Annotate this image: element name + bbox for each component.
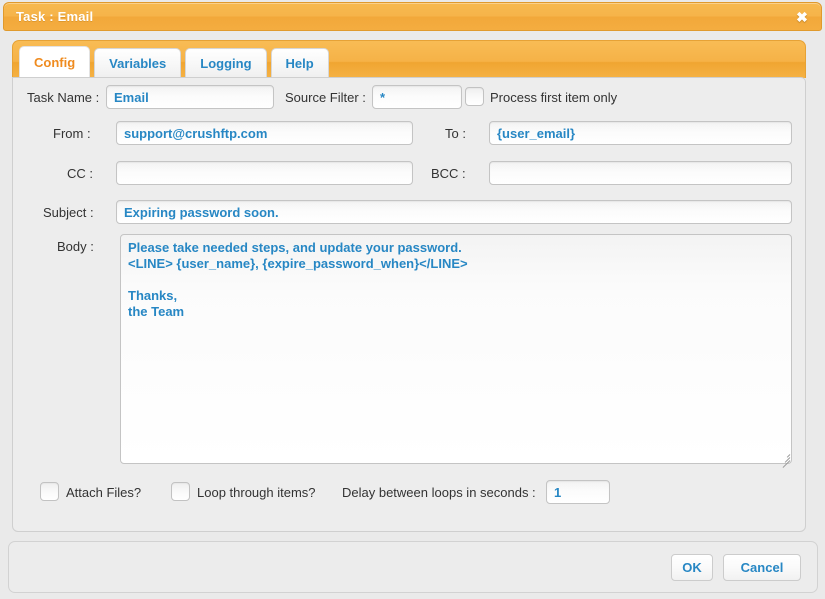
subject-label: Subject : [43, 205, 94, 220]
from-input[interactable] [116, 121, 413, 145]
delay-between-loops-input[interactable] [546, 480, 610, 504]
tab-config[interactable]: Config [19, 46, 91, 78]
bcc-input[interactable] [489, 161, 792, 185]
source-filter-label: Source Filter : [285, 90, 366, 105]
from-label: From : [53, 126, 91, 141]
body-textarea[interactable]: Please take needed steps, and update you… [120, 234, 792, 464]
task-name-input[interactable] [106, 85, 274, 109]
loop-through-items-label: Loop through items? [197, 485, 316, 500]
bcc-label: BCC : [431, 166, 466, 181]
dialog-title: Task : Email [16, 9, 94, 24]
to-input[interactable] [489, 121, 792, 145]
tab-logging[interactable]: Logging [185, 48, 267, 78]
subject-input[interactable] [116, 200, 792, 224]
tab-list: Config Variables Logging Help [19, 46, 329, 78]
cancel-button[interactable]: Cancel [723, 554, 801, 581]
ok-button[interactable]: OK [671, 554, 713, 581]
delay-between-loops-label: Delay between loops in seconds : [342, 485, 536, 500]
attach-files-label: Attach Files? [66, 485, 142, 500]
to-label: To : [445, 126, 466, 141]
dialog-title-bar: Task : Email ✖ [3, 2, 822, 31]
close-icon[interactable]: ✖ [793, 8, 811, 26]
cc-label: CC : [67, 166, 93, 181]
dialog-footer: OK Cancel [8, 541, 818, 593]
cc-input[interactable] [116, 161, 413, 185]
body-label: Body : [57, 239, 94, 254]
task-email-dialog: Task : Email ✖ Config Variables Logging … [0, 0, 825, 599]
process-first-item-only-label: Process first item only [490, 90, 618, 105]
task-name-label: Task Name : [27, 90, 100, 105]
tab-variables[interactable]: Variables [94, 48, 182, 78]
config-tab-panel: Task Name : Source Filter : Process firs… [12, 77, 806, 532]
tab-help[interactable]: Help [270, 48, 329, 78]
process-first-item-only-checkbox[interactable] [465, 87, 484, 106]
source-filter-input[interactable] [372, 85, 462, 109]
loop-through-items-checkbox[interactable] [171, 482, 190, 501]
attach-files-checkbox[interactable] [40, 482, 59, 501]
